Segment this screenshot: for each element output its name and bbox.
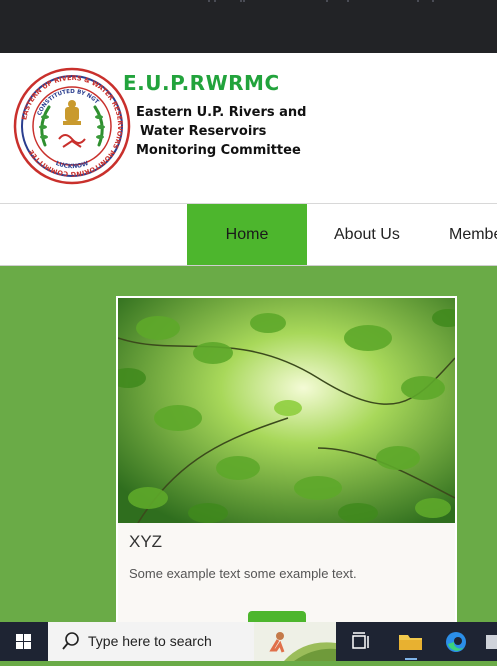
- task-view-icon[interactable]: [342, 622, 380, 661]
- committee-logo: EASTERN UP RIVERS & WATER RESERVOIRS MON…: [13, 67, 131, 185]
- browser-top-bar: [0, 0, 497, 53]
- windows-taskbar: Type here to search: [0, 622, 497, 661]
- subtitle-line: Water Reservoirs: [140, 124, 267, 139]
- top-bar-indicators: [0, 0, 497, 3]
- start-button[interactable]: [0, 622, 48, 661]
- nav-members-link[interactable]: Members: [449, 204, 497, 265]
- nav-home-link[interactable]: Home: [187, 204, 307, 265]
- taskbar-app-icon[interactable]: [482, 622, 497, 661]
- site-brand: E.U.P.RWRMC: [123, 71, 280, 95]
- edge-browser-icon[interactable]: [437, 622, 475, 661]
- main-nav: Home About Us Members: [0, 203, 497, 266]
- nav-about-link[interactable]: About Us: [334, 204, 400, 265]
- card-title: XYZ: [129, 532, 163, 551]
- subtitle-line: Eastern U.P. Rivers and: [136, 105, 307, 120]
- windows-logo-icon: [16, 634, 31, 649]
- content-card: XYZ Some example text some example text.: [116, 296, 457, 636]
- taskbar-search[interactable]: Type here to search: [48, 622, 336, 661]
- search-highlight-illustration-icon: [254, 622, 336, 661]
- card-text: Some example text some example text.: [129, 566, 357, 581]
- site-header: EASTERN UP RIVERS & WATER RESERVOIRS MON…: [0, 53, 497, 203]
- site-subtitle: Eastern U.P. Rivers and Water Reservoirs…: [136, 103, 306, 160]
- search-placeholder: Type here to search: [88, 633, 212, 649]
- leaves-image: [118, 298, 455, 523]
- file-explorer-icon[interactable]: [391, 622, 429, 661]
- subtitle-line: Monitoring Committee: [136, 143, 301, 158]
